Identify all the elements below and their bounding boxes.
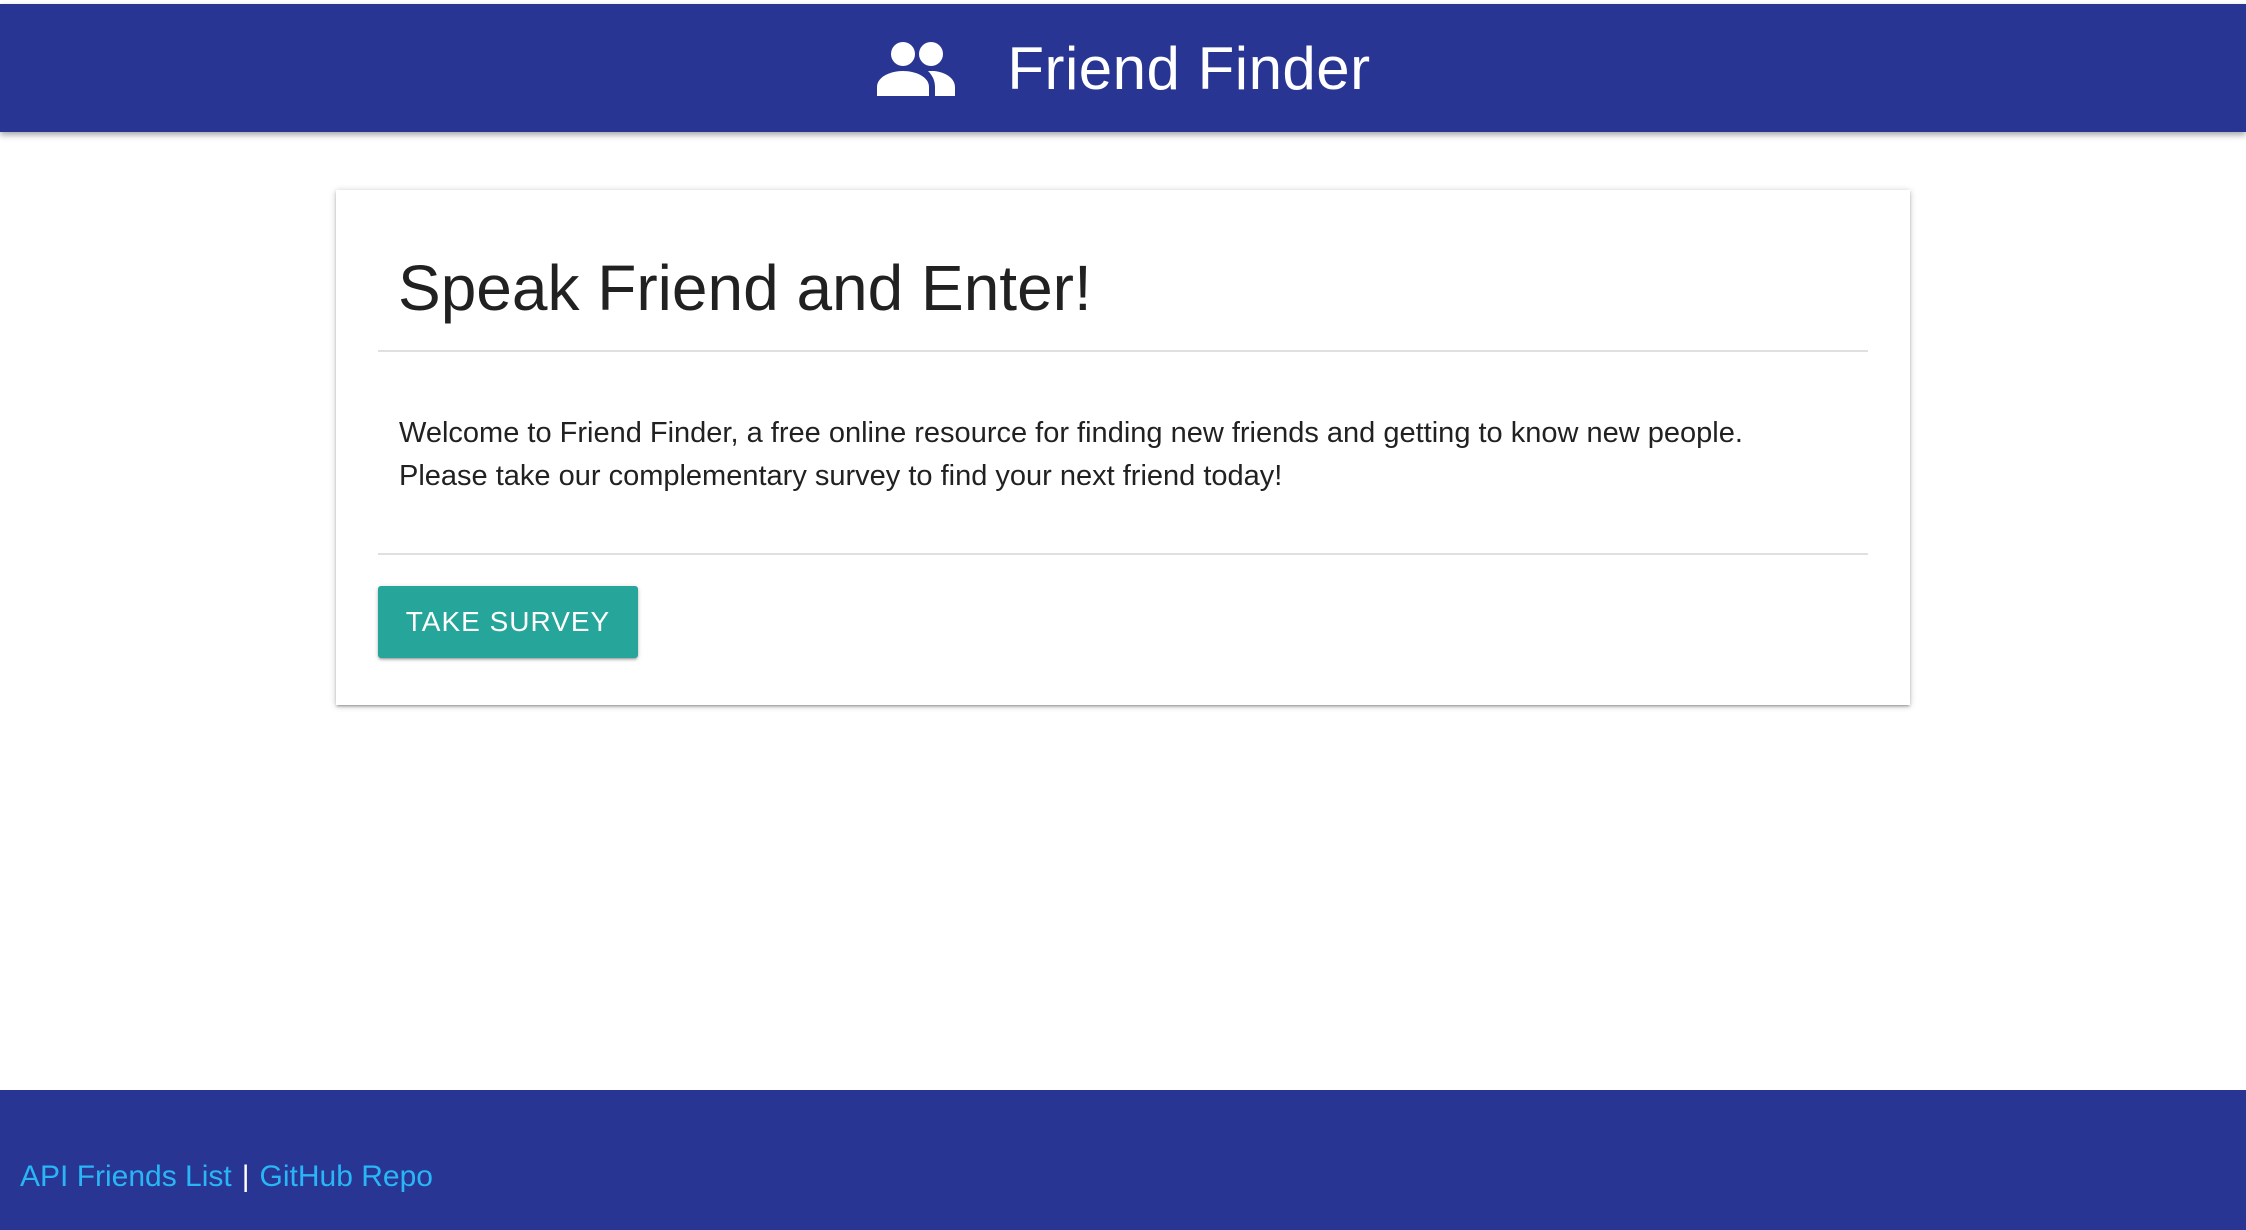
footer-links: API Friends List | GitHub Repo <box>20 1160 433 1194</box>
card-text-line-1: Welcome to Friend Finder, a free online … <box>399 417 1743 449</box>
footer-separator: | <box>241 1160 250 1193</box>
github-repo-link[interactable]: GitHub Repo <box>260 1160 433 1193</box>
api-friends-list-link[interactable]: API Friends List <box>20 1160 232 1193</box>
navbar: Friend Finder <box>0 4 2246 132</box>
card-title: Speak Friend and Enter! <box>398 252 1092 324</box>
footer: API Friends List | GitHub Repo <box>0 1090 2246 1230</box>
people-icon <box>875 40 957 96</box>
app-title: Friend Finder <box>1007 34 1371 102</box>
brand[interactable]: Friend Finder <box>875 34 1370 103</box>
card-text: Welcome to Friend Finder, a free online … <box>399 412 1839 498</box>
take-survey-button[interactable]: TAKE SURVEY <box>378 586 638 658</box>
divider <box>378 350 1868 352</box>
welcome-card: Speak Friend and Enter! Welcome to Frien… <box>336 190 1910 705</box>
divider <box>378 553 1868 555</box>
page: Friend Finder Speak Friend and Enter! We… <box>0 0 2246 1230</box>
card-text-line-2: Please take our complementary survey to … <box>399 460 1283 492</box>
